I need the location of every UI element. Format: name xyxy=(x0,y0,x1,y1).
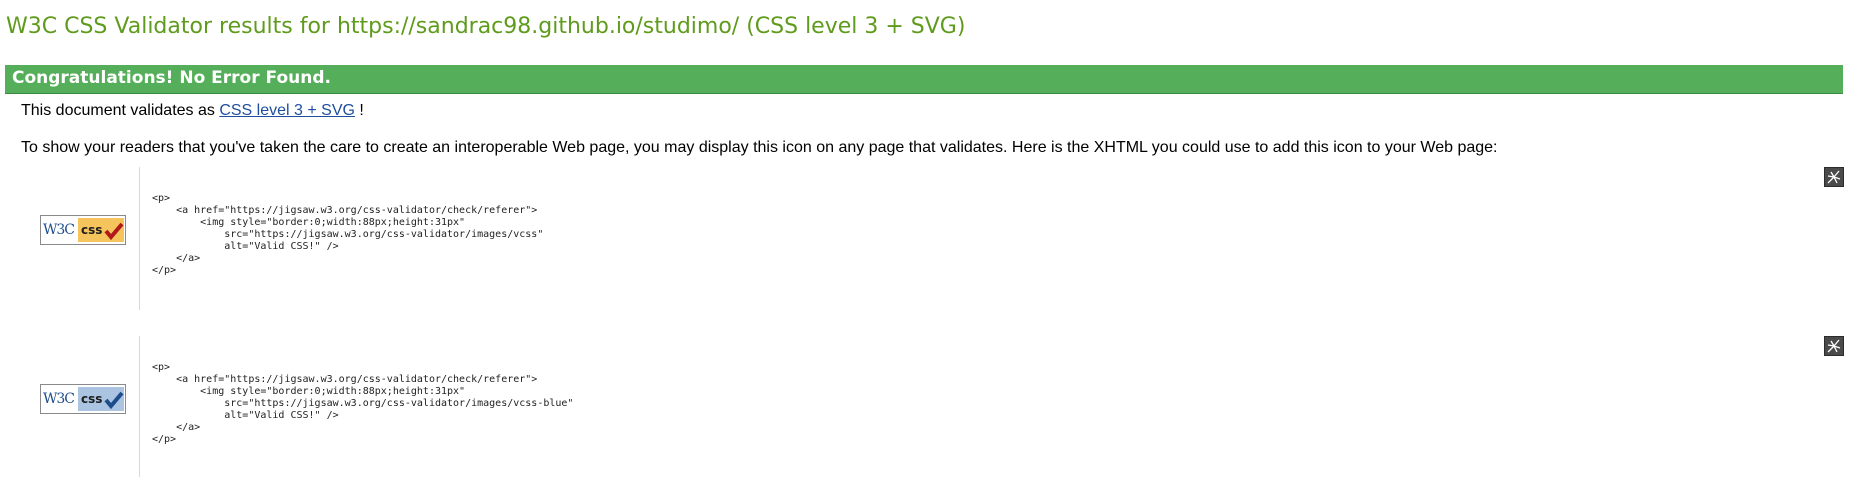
code-divider xyxy=(139,167,140,310)
checkmark-icon xyxy=(104,222,124,240)
badge-row-blue: W3C css <p> <a href="https://jigsaw.w3.o… xyxy=(0,336,1861,477)
css-profile-link[interactable]: CSS level 3 + SVG xyxy=(219,102,355,119)
checkmark-icon xyxy=(104,391,124,409)
badge-info-text: To show your readers that you've taken t… xyxy=(21,139,1498,156)
validates-message: This document validates as CSS level 3 +… xyxy=(21,102,364,120)
copy-icon[interactable] xyxy=(1824,336,1844,356)
sparkle-icon xyxy=(1827,170,1841,184)
success-banner-text: Congratulations! No Error Found. xyxy=(12,68,331,88)
page-title: W3C CSS Validator results for https://sa… xyxy=(6,14,966,39)
validates-prefix: This document validates as xyxy=(21,102,220,119)
valid-css-badge-blue[interactable]: W3C css xyxy=(40,384,126,414)
badge-code-snippet: <p> <a href="https://jigsaw.w3.org/css-v… xyxy=(152,362,574,445)
validates-suffix: ! xyxy=(354,102,364,119)
badge-row-gold: W3C css <p> <a href="https://jigsaw.w3.o… xyxy=(0,167,1861,311)
w3c-logo-text: W3C xyxy=(43,218,77,242)
validator-results-page: W3C CSS Validator results for https://sa… xyxy=(0,0,1861,477)
w3c-logo-text: W3C xyxy=(43,387,77,411)
badge-code-snippet: <p> <a href="https://jigsaw.w3.org/css-v… xyxy=(152,193,544,276)
valid-css-badge-gold[interactable]: W3C css xyxy=(40,215,126,245)
copy-icon[interactable] xyxy=(1824,167,1844,187)
success-banner: Congratulations! No Error Found. xyxy=(5,65,1843,94)
code-divider xyxy=(139,336,140,477)
sparkle-icon xyxy=(1827,339,1841,353)
